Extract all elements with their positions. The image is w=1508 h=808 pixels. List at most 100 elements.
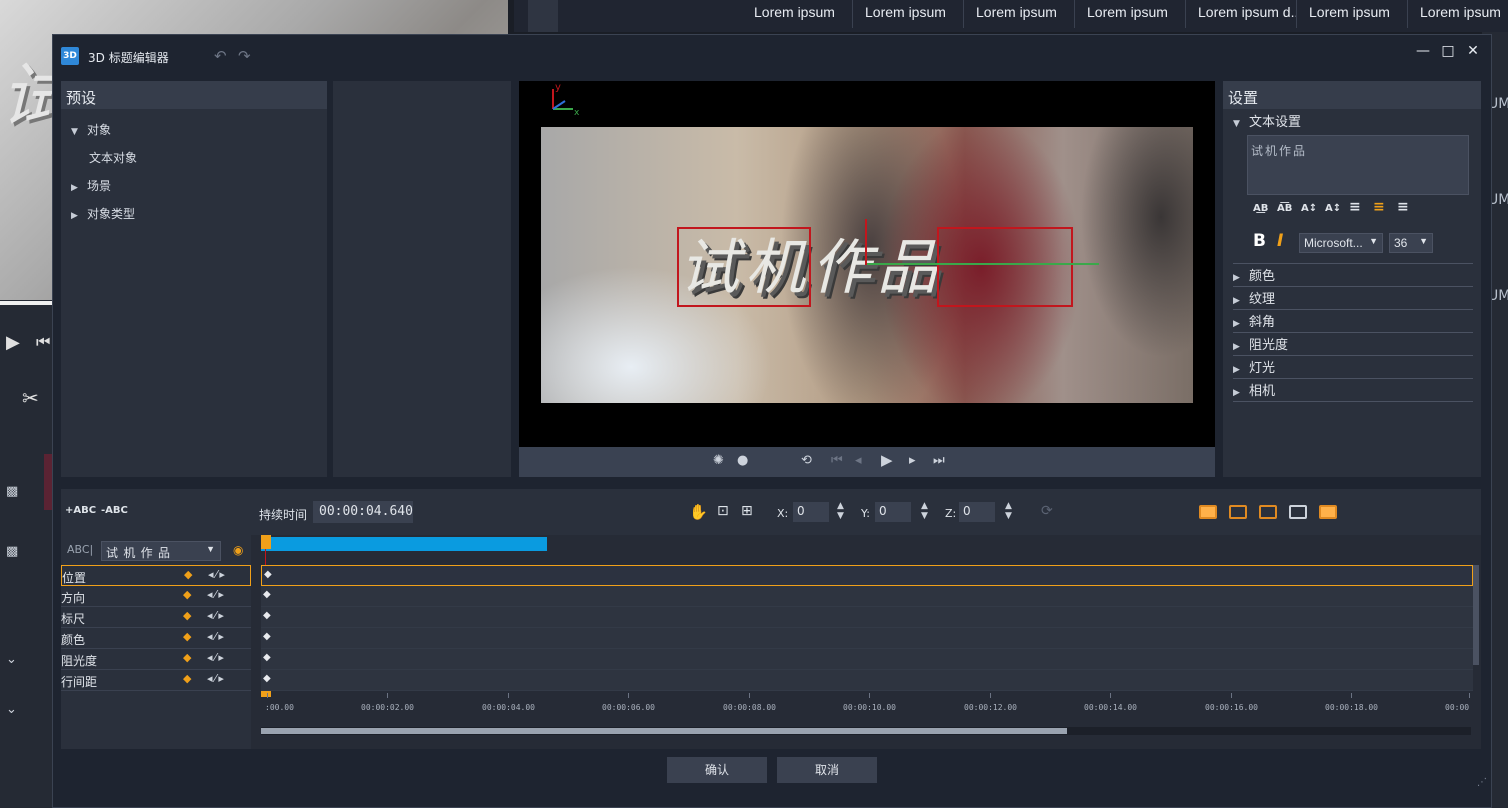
- object-select[interactable]: 试 机 作 品 ▼: [101, 541, 221, 561]
- x-spinner-icon[interactable]: ▲ ▼: [837, 501, 844, 521]
- column-header[interactable]: Lorem ipsum d...: [1186, 0, 1297, 28]
- go-to-end-icon[interactable]: ⏭: [933, 453, 945, 468]
- play-icon[interactable]: ▶: [6, 332, 20, 353]
- keyframe-diamond-icon[interactable]: ◆: [263, 673, 271, 684]
- font-size-select[interactable]: 36 ▼: [1389, 233, 1433, 253]
- preview-video-frame[interactable]: 试机作品: [541, 127, 1193, 403]
- x-position-input[interactable]: 0: [793, 502, 829, 522]
- align-left-icon[interactable]: ≡: [1349, 199, 1361, 215]
- line-spacing-icon[interactable]: A↕: [1325, 203, 1341, 214]
- keyframe-nav-icons[interactable]: ◂⁄▸: [207, 588, 226, 601]
- chevron-down-icon[interactable]: ⌄: [6, 652, 17, 667]
- tree-item-object[interactable]: ▼ 对象: [71, 121, 111, 138]
- checker-icon[interactable]: ▩: [6, 544, 18, 559]
- bold-button[interactable]: B: [1253, 231, 1266, 251]
- vertical-scrollbar[interactable]: [1473, 565, 1479, 665]
- keyframe-diamond-icon[interactable]: ◆: [263, 652, 271, 663]
- x-axis-handle[interactable]: [867, 263, 1099, 265]
- timeline-horizontal-scrollbar[interactable]: [261, 727, 1471, 735]
- opacity-section[interactable]: ▶ 阻光度: [1233, 334, 1288, 353]
- sun-icon[interactable]: ✺: [713, 453, 724, 468]
- view-front-icon[interactable]: [1199, 505, 1217, 519]
- camera-section[interactable]: ▶ 相机: [1233, 380, 1275, 399]
- track-scale[interactable]: 标尺 ◆ ◂⁄▸: [61, 607, 251, 628]
- z-position-input[interactable]: 0: [959, 502, 995, 522]
- keyframe-diamond-icon[interactable]: ◆: [263, 610, 271, 621]
- playhead-handle[interactable]: [261, 535, 271, 549]
- track-direction[interactable]: 方向 ◆ ◂⁄▸: [61, 586, 251, 607]
- view-top-icon[interactable]: [1229, 505, 1247, 519]
- fit-icon[interactable]: ⊡: [717, 503, 729, 519]
- z-spinner-icon[interactable]: ▲ ▼: [1005, 501, 1012, 521]
- go-to-start-icon[interactable]: ⏮: [831, 453, 843, 468]
- column-header[interactable]: Lorem ipsum: [1075, 0, 1186, 28]
- keyframe-nav-icons[interactable]: ◂⁄▸: [207, 672, 226, 685]
- tree-item-scene[interactable]: ▶ 场景: [71, 177, 111, 194]
- background-keyboard-button[interactable]: [528, 0, 558, 32]
- lane-scale[interactable]: ◆: [261, 607, 1473, 628]
- resize-grip-icon[interactable]: ⋰: [1477, 777, 1487, 788]
- tools-icon[interactable]: ✂: [22, 386, 39, 410]
- line-spacing-icon[interactable]: A↕: [1301, 203, 1317, 214]
- keyframe-nav-icons[interactable]: ◂⁄▸: [208, 568, 227, 581]
- keyframe-nav-icons[interactable]: ◂⁄▸: [207, 651, 226, 664]
- y-position-input[interactable]: 0: [875, 502, 911, 522]
- column-header[interactable]: Lorem ipsum: [742, 0, 853, 28]
- reset-icon[interactable]: ⟳: [1041, 503, 1053, 519]
- minimize-icon[interactable]: —: [1415, 43, 1431, 59]
- track-color[interactable]: 颜色 ◆ ◂⁄▸: [61, 628, 251, 649]
- texture-section[interactable]: ▶ 纹理: [1233, 288, 1275, 307]
- lane-opacity[interactable]: ◆: [261, 649, 1473, 670]
- track-position[interactable]: 位置 ◆ ◂⁄▸: [61, 565, 251, 586]
- previous-frame-icon[interactable]: ◂: [855, 453, 862, 468]
- lane-line-spacing[interactable]: ◆: [261, 670, 1473, 691]
- keyframe-nav-icons[interactable]: ◂⁄▸: [207, 630, 226, 643]
- visibility-eye-icon[interactable]: ◉: [233, 543, 243, 557]
- text-spacing-icon[interactable]: A͞B: [1277, 203, 1292, 214]
- italic-button[interactable]: I: [1277, 231, 1283, 251]
- close-icon[interactable]: ✕: [1465, 43, 1481, 59]
- next-frame-icon[interactable]: ▸: [909, 453, 916, 468]
- lane-color[interactable]: ◆: [261, 628, 1473, 649]
- keyframe-icon[interactable]: ◆: [184, 568, 192, 581]
- keyframe-diamond-icon[interactable]: ◆: [263, 589, 271, 600]
- duration-input[interactable]: 00:00:04.640: [313, 501, 413, 523]
- keyframe-icon[interactable]: ◆: [183, 609, 191, 622]
- ok-button[interactable]: 确认: [667, 757, 767, 783]
- maximize-icon[interactable]: □: [1440, 43, 1456, 59]
- title-clip-bar[interactable]: [261, 537, 547, 551]
- y-spinner-icon[interactable]: ▲ ▼: [921, 501, 928, 521]
- column-header[interactable]: Lorem ipsum: [1297, 0, 1408, 28]
- bevel-section[interactable]: ▶ 斜角: [1233, 311, 1275, 330]
- align-center-icon[interactable]: ≡: [1373, 199, 1385, 215]
- view-side-icon[interactable]: [1259, 505, 1277, 519]
- lane-direction[interactable]: ◆: [261, 586, 1473, 607]
- lane-position[interactable]: ◆: [261, 565, 1473, 586]
- color-section[interactable]: ▶ 颜色: [1233, 265, 1275, 284]
- keyframe-icon[interactable]: ◆: [183, 588, 191, 601]
- font-family-select[interactable]: Microsoft... ▼: [1299, 233, 1383, 253]
- cancel-button[interactable]: 取消: [777, 757, 877, 783]
- view-perspective-icon[interactable]: [1319, 505, 1337, 519]
- keyframe-diamond-icon[interactable]: ◆: [263, 631, 271, 642]
- brightness-icon[interactable]: ●: [737, 453, 748, 468]
- keyframe-diamond-icon[interactable]: ◆: [264, 569, 272, 580]
- remove-text-button[interactable]: -ABC: [101, 505, 128, 516]
- add-text-button[interactable]: +ABC: [65, 505, 96, 516]
- chevron-down-icon[interactable]: ⌄: [6, 702, 17, 717]
- keyframe-icon[interactable]: ◆: [183, 672, 191, 685]
- track-line-spacing[interactable]: 行间距 ◆ ◂⁄▸: [61, 670, 251, 691]
- align-right-icon[interactable]: ≡: [1397, 199, 1409, 215]
- tree-item-text-object[interactable]: 文本对象: [89, 149, 137, 166]
- view-back-icon[interactable]: [1289, 505, 1307, 519]
- keyframe-icon[interactable]: ◆: [183, 651, 191, 664]
- lighting-section[interactable]: ▶ 灯光: [1233, 357, 1275, 376]
- play-icon[interactable]: ▶: [881, 451, 893, 469]
- title-text-input[interactable]: 试机作品: [1247, 135, 1469, 195]
- track-opacity[interactable]: 阻光度 ◆ ◂⁄▸: [61, 649, 251, 670]
- text-settings-section[interactable]: ▼ 文本设置: [1233, 111, 1301, 130]
- column-header[interactable]: Lorem ipsum: [1408, 0, 1508, 28]
- undo-icon[interactable]: ↶: [214, 47, 227, 65]
- previous-icon[interactable]: ⏮: [36, 332, 50, 352]
- loop-icon[interactable]: ⟲: [801, 453, 812, 468]
